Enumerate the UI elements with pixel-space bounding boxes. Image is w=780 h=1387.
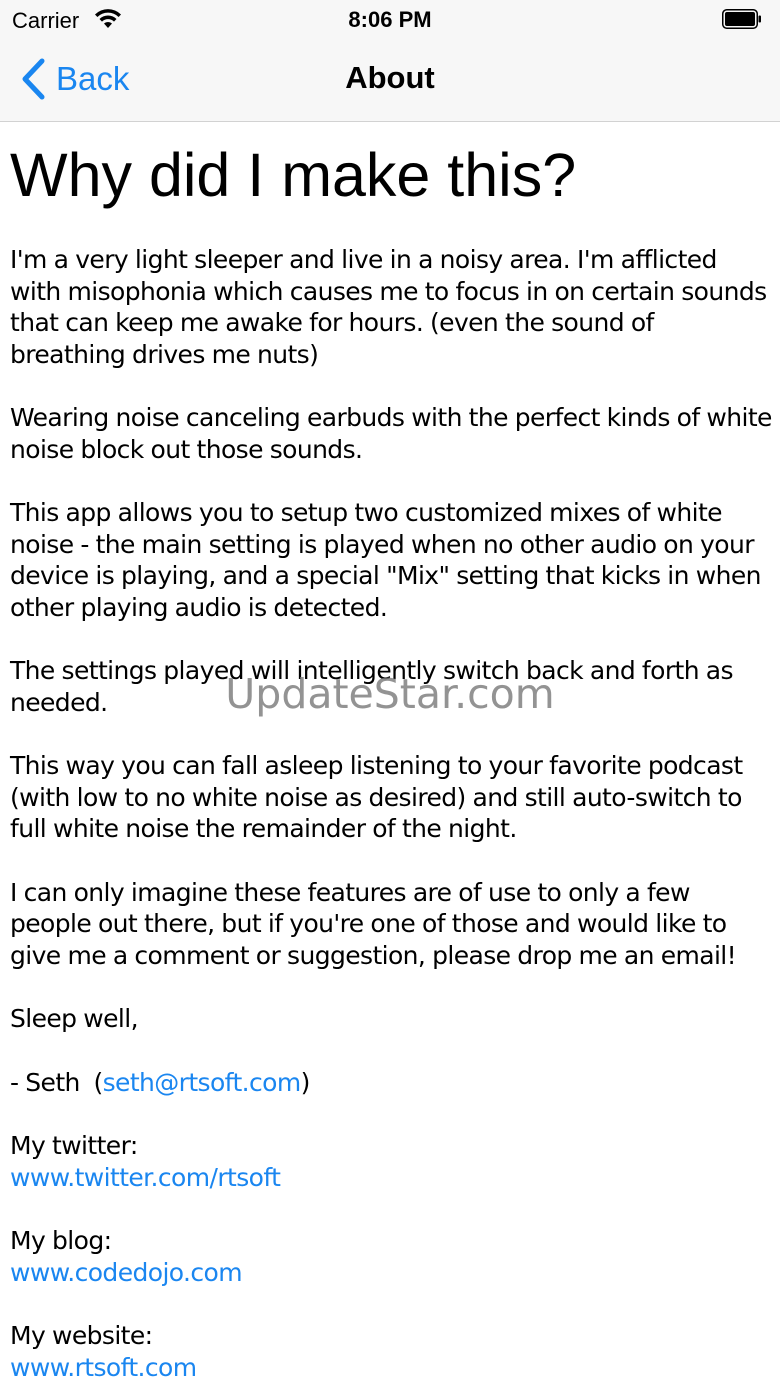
about-content: Why did I make this? I'm a very light sl… (10, 122, 772, 1383)
battery-icon (722, 9, 761, 29)
blog-link[interactable]: www.codedojo.com (10, 1258, 243, 1287)
signature-line: - Seth (seth@rtsoft.com) (10, 1067, 772, 1099)
website-link[interactable]: www.rtsoft.com (10, 1353, 197, 1382)
twitter-label: My twitter: (10, 1131, 138, 1160)
website-label: My website: (10, 1321, 153, 1350)
email-link[interactable]: seth@rtsoft.com (103, 1068, 302, 1097)
status-bar: Carrier 8:06 PM (0, 0, 780, 40)
blog-label: My blog: (10, 1226, 112, 1255)
twitter-section: My twitter: www.twitter.com/rtsoft (10, 1130, 772, 1193)
twitter-link[interactable]: www.twitter.com/rtsoft (10, 1163, 281, 1192)
page-title: About (345, 60, 435, 95)
signature-suffix: ) (300, 1067, 311, 1097)
blog-section: My blog: www.codedojo.com (10, 1225, 772, 1288)
about-heading: Why did I make this? (10, 141, 577, 209)
website-section: My website: www.rtsoft.com (10, 1320, 772, 1383)
paragraph-earbuds: Wearing noise canceling earbuds with the… (10, 403, 772, 464)
signature-prefix: - Seth ( (10, 1067, 103, 1097)
paragraph-feedback: I can only imagine these features are of… (10, 877, 737, 970)
paragraph-switching: The settings played will intelligently s… (10, 656, 734, 717)
paragraph-podcast: This way you can fall asleep listening t… (10, 751, 743, 843)
paragraph-sleep-well: Sleep well, (10, 1004, 139, 1033)
paragraph-mixes: This app allows you to setup two customi… (10, 498, 761, 622)
status-time: 8:06 PM (348, 7, 432, 32)
paragraph-light-sleeper: I'm a very light sleeper and live in a n… (10, 245, 767, 369)
navigation-bar: Back About (0, 40, 780, 122)
